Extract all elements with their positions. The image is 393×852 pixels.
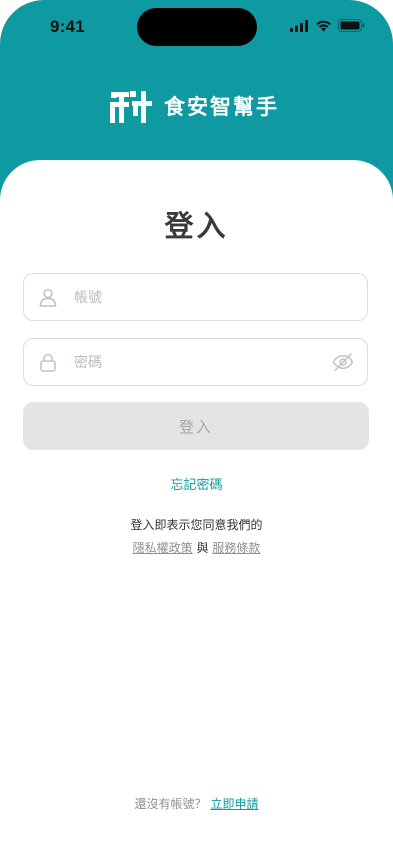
dynamic-island (137, 8, 257, 46)
page-title: 登入 (164, 209, 229, 243)
status-bar: 9:41 (0, 0, 393, 54)
login-screen: 9:41 食安智幫手 登入 帳號 登入 忘記密碼 登入即表示您同意我們的 隱私權… (0, 0, 393, 852)
account-input[interactable] (72, 274, 326, 322)
fi-logo-icon (110, 91, 152, 123)
forgot-password-link[interactable]: 忘記密碼 (0, 474, 393, 493)
brand-logo: 食安智幫手 (108, 88, 279, 124)
signup-prompt: 還沒有帳號？ (134, 797, 207, 811)
signup-link[interactable]: 立即申請 (211, 797, 259, 811)
brand-name: 食安智幫手 (164, 95, 279, 119)
privacy-policy-link[interactable]: 隱私權政策 (133, 541, 193, 555)
status-icons (290, 19, 365, 32)
terms-line: 隱私權政策 與 服務條款 (0, 539, 393, 556)
terms-of-service-link[interactable]: 服務條款 (212, 541, 260, 555)
signup-line: 還沒有帳號？ 立即申請 (0, 795, 393, 812)
lock-icon (40, 353, 56, 372)
password-field[interactable] (23, 338, 368, 387)
login-button[interactable]: 登入 (23, 402, 369, 450)
battery-icon (338, 19, 365, 32)
and-text: 與 (196, 541, 209, 555)
wifi-icon (316, 20, 331, 31)
login-card (0, 160, 393, 852)
eye-off-icon[interactable] (332, 352, 354, 372)
account-field[interactable] (23, 273, 368, 322)
status-time: 9:41 (50, 17, 85, 36)
user-icon (39, 288, 57, 307)
password-input[interactable] (72, 339, 326, 387)
cellular-signal-icon (290, 19, 308, 32)
agreement-text: 登入即表示您同意我們的 (130, 518, 263, 532)
